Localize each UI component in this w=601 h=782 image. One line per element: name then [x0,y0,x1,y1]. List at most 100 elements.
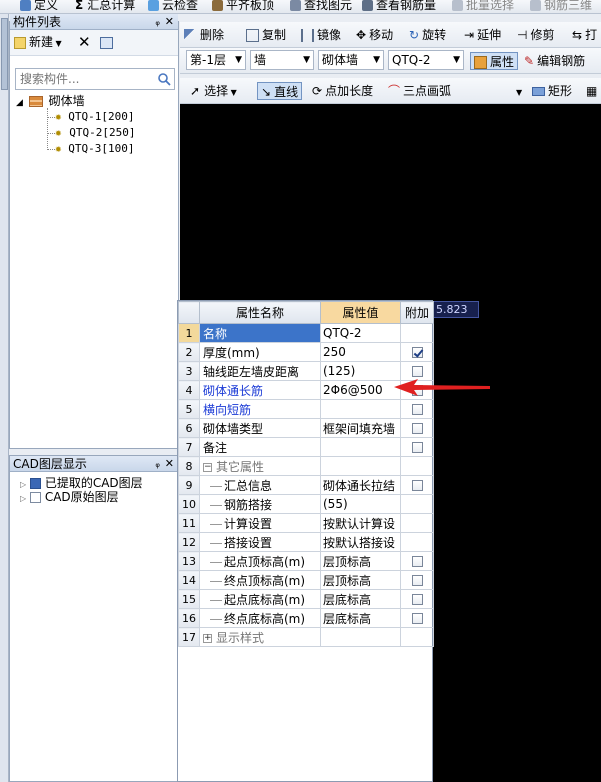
property-row[interactable]: 14 终点顶标高(m) 层顶标高 [178,570,434,590]
property-value-cell[interactable]: 层底标高 [320,608,401,628]
property-row[interactable]: 12 搭接设置 按默认搭接设 [178,532,434,552]
properties-toggle[interactable]: 属性 [470,52,519,70]
extra-checkbox[interactable] [411,480,423,491]
extra-checkbox[interactable] [411,613,423,624]
pin-icon[interactable]: ᵩ [155,456,160,472]
property-value-cell[interactable]: 层顶标高 [320,551,401,571]
delete-button[interactable]: 删除 [184,26,224,44]
new-component-button[interactable]: 新建 ▼ [14,34,62,51]
line-tool-button[interactable]: ↘ 直线 [257,82,303,100]
three-point-arc-button[interactable]: ⌒ 三点画弧 [388,82,451,100]
property-value-cell[interactable]: 2Φ6@500 [320,380,401,400]
coordinate-readout[interactable]: 5.823 [432,301,479,318]
extra-checkbox[interactable] [411,404,423,415]
property-value-cell[interactable]: 层底标高 [320,589,401,609]
property-value-cell[interactable]: 按默认搭接设 [320,532,401,552]
extra-cell [400,418,434,438]
property-value-cell[interactable] [320,437,401,457]
property-row[interactable]: 2 厚度(mm) 250 [178,342,434,362]
property-row[interactable]: 5 横向短筋 [178,399,434,419]
component-select[interactable]: QTQ-2 ▼ [388,50,464,70]
floor-select[interactable]: 第-1层 ▼ [186,50,246,70]
rebar-3d-button[interactable]: 钢筋三维 [530,0,592,13]
copy-component-button[interactable] [100,34,113,51]
property-row[interactable]: 10 钢筋搭接 (55) [178,494,434,514]
move-button[interactable]: ✥ 移动 [356,26,393,44]
close-icon[interactable]: ✕ [165,14,174,30]
trim-button[interactable]: ⊣ 修剪 [517,26,554,44]
extra-checkbox[interactable] [411,575,423,586]
property-row[interactable]: 1 名称 QTQ-2 [178,323,434,343]
edit-rebar-button[interactable]: ✎ 编辑钢筋 [524,52,585,70]
property-value-cell[interactable] [320,399,401,419]
property-name-cell: 钢筋搭接 [199,494,321,514]
property-row[interactable]: 17 + 显示样式 [178,627,434,647]
property-value-cell[interactable] [320,456,401,476]
subtype-select[interactable]: 砌体墙 ▼ [318,50,384,70]
extra-checkbox[interactable] [411,347,423,358]
cad-layer-extracted[interactable]: ▷ 已提取的CAD图层 [20,476,143,490]
property-row[interactable]: 15 起点底标高(m) 层底标高 [178,589,434,609]
view-rebar-button[interactable]: 查看钢筋量 [362,0,436,13]
pin-icon[interactable]: ᵩ [155,14,160,30]
extra-checkbox[interactable] [411,594,423,605]
collapse-triangle-icon[interactable]: ◢ [16,98,23,108]
expand-icon[interactable]: + [203,633,212,643]
search-icon[interactable] [157,72,171,86]
find-element-button[interactable]: 查找图元 [290,0,352,13]
layer-checkbox[interactable] [29,478,41,489]
rectangle-button[interactable]: 矩形 [532,82,572,100]
expand-arrow-icon[interactable]: ▷ [20,480,26,489]
copy-button[interactable]: 复制 [246,26,286,44]
tree-item-selected[interactable]: ✹ QTQ-2[250] [47,126,136,140]
property-value-cell[interactable]: (125) [320,361,401,381]
rotate-button[interactable]: ↻ 旋转 [409,26,446,44]
align-slab-top-button[interactable]: 平齐板顶 [212,0,274,13]
property-value-cell[interactable]: (55) [320,494,401,514]
cad-layer-original[interactable]: ▷ CAD原始图层 [20,490,119,504]
property-row[interactable]: 9 汇总信息 砌体通长拉结 [178,475,434,495]
tree-item[interactable]: ✹ QTQ-1[200] [47,110,134,124]
property-value-cell[interactable]: QTQ-2 [320,323,401,343]
property-row[interactable]: 7 备注 [178,437,434,457]
extra-checkbox[interactable] [411,442,423,453]
property-row[interactable]: 6 砌体墙类型 框架间填充墙 [178,418,434,438]
extra-checkbox[interactable] [411,556,423,567]
type-select[interactable]: 墙 ▼ [250,50,314,70]
extend-button[interactable]: ⇥ 延伸 [464,26,501,44]
select-button[interactable]: ➚ 选择 ▼ [190,82,237,100]
property-row[interactable]: 13 起点顶标高(m) 层顶标高 [178,551,434,571]
dock-scroll-thumb[interactable] [1,18,8,90]
expand-arrow-icon[interactable]: ▷ [20,494,26,503]
layer-checkbox[interactable] [29,492,41,503]
property-row[interactable]: 8− 其它属性 [178,456,434,476]
tree-group-masonry-wall[interactable]: ◢ 砌体墙 [16,94,85,108]
batch-select-button[interactable]: 批量选择 [452,0,514,13]
property-row[interactable]: 16 终点底标高(m) 层底标高 [178,608,434,628]
property-value-cell[interactable]: 按默认计算设 [320,513,401,533]
extra-checkbox[interactable] [411,423,423,434]
property-row[interactable]: 11 计算设置 按默认计算设 [178,513,434,533]
arc-dropdown[interactable]: ▼ [516,82,522,100]
tree-item[interactable]: ✹ QTQ-3[100] [47,142,134,156]
property-value-cell[interactable]: 框架间填充墙 [320,418,401,438]
point-length-button[interactable]: ⟳ 点加长度 [312,82,373,100]
cloud-check-button[interactable]: 云检查 [148,0,198,13]
extra-checkbox[interactable] [411,366,423,377]
define-button[interactable]: 定义 [20,0,58,13]
component-search-input[interactable] [16,69,152,89]
grid-snap-button[interactable]: ▦ [586,82,597,100]
row-number: 7 [178,437,200,457]
cad-layer-label: CAD原始图层 [44,490,119,504]
property-value-cell[interactable]: 砌体通长拉结 [320,475,401,495]
collapse-icon[interactable]: − [203,462,212,472]
property-value-cell[interactable]: 250 [320,342,401,362]
property-value-cell[interactable]: 层顶标高 [320,570,401,590]
break-button[interactable]: ⇆ 打 [572,26,597,44]
component-search[interactable] [15,68,175,90]
close-icon[interactable]: ✕ [165,456,174,472]
summary-calc-button[interactable]: Σ 汇总计算 [75,0,135,13]
delete-component-button[interactable]: ✕ [78,34,91,51]
property-value-cell[interactable] [320,627,401,647]
mirror-button[interactable]: 镜像 [301,26,341,44]
